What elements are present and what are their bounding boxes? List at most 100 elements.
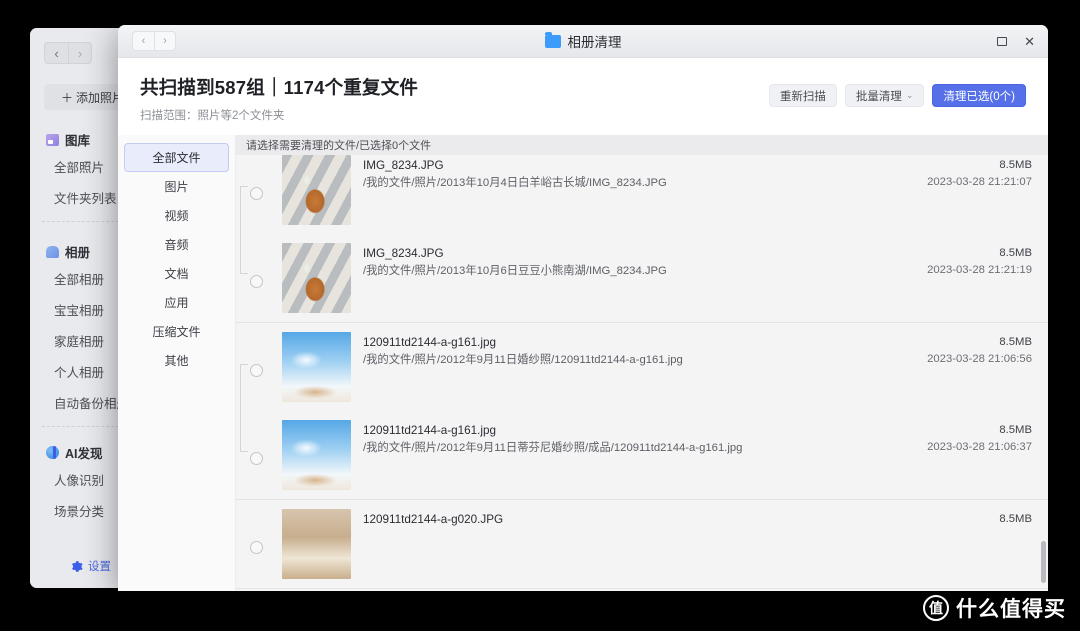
file-timestamp: 2023-03-28 21:21:07 — [927, 175, 1032, 188]
album-icon — [46, 245, 59, 258]
dialog-title-label: 相册清理 — [567, 35, 622, 50]
vertical-scrollbar-thumb[interactable] — [1041, 541, 1046, 583]
category-item-5[interactable]: 应用 — [124, 288, 229, 317]
dialog-body: 全部文件图片视频音频文档应用压缩文件其他 请选择需要清理的文件/已选择0个文件 … — [118, 135, 1048, 591]
category-item-2[interactable]: 视频 — [124, 201, 229, 230]
file-thumbnail — [282, 243, 351, 313]
file-name: 120911td2144-a-g161.jpg — [363, 424, 497, 437]
watermark: 值 什么值得买 — [923, 593, 1066, 623]
file-size: 8.5MB — [999, 424, 1032, 436]
folder-icon — [544, 31, 561, 48]
table-row[interactable]: 120911td2144-a-g161.jpg/我的文件/照片/2012年9月1… — [236, 323, 1048, 411]
dialog-header: 共扫描到587组｜1174个重复文件 扫描范围：照片等2个文件夹 重新扫描 批量… — [118, 58, 1048, 135]
category-item-6[interactable]: 压缩文件 — [124, 317, 229, 346]
category-item-7[interactable]: 其他 — [124, 346, 229, 375]
file-list-scroll-area[interactable]: IMG_8234.JPG/我的文件/照片/2013年10月4日白羊峪古长城/IM… — [236, 155, 1048, 591]
file-meta: 8.5MB 2023-03-28 21:06:56 — [858, 332, 1048, 367]
file-size: 8.5MB — [999, 336, 1032, 348]
category-label: 音频 — [164, 238, 189, 252]
category-item-4[interactable]: 文档 — [124, 259, 229, 288]
file-timestamp: 2023-03-28 21:06:37 — [927, 440, 1032, 453]
file-name: IMG_8234.JPG — [363, 247, 444, 260]
table-row[interactable]: 120911td2144-a-g161.jpg/我的文件/照片/2012年9月1… — [236, 411, 1048, 499]
watermark-badge: 值 — [923, 595, 949, 621]
file-name: IMG_8234.JPG — [363, 159, 444, 172]
app-back-button[interactable]: ‹ — [44, 42, 68, 64]
add-photo-label: 添加照片 — [76, 90, 125, 105]
file-meta: 8.5MB 2023-03-28 21:21:19 — [858, 243, 1048, 278]
file-thumbnail — [282, 509, 351, 579]
row-checkbox[interactable] — [250, 187, 263, 200]
file-meta: 8.5MB 2023-03-28 21:06:37 — [858, 420, 1048, 455]
category-label: 全部文件 — [152, 151, 201, 165]
chevron-down-icon: ⌄ — [905, 90, 914, 100]
file-info: 120911td2144-a-g161.jpg/我的文件/照片/2012年9月1… — [351, 332, 858, 368]
file-info: IMG_8234.JPG/我的文件/照片/2013年10月4日白羊峪古长城/IM… — [351, 155, 858, 191]
category-label: 文档 — [164, 267, 189, 281]
plus-icon: ＋ — [60, 90, 73, 105]
file-list-pane: 请选择需要清理的文件/已选择0个文件 IMG_8234.JPG/我的文件/照片/… — [236, 135, 1048, 591]
scan-scope-subtitle: 扫描范围：照片等2个文件夹 — [140, 110, 285, 122]
sidebar-section-album-label: 相册 — [65, 246, 91, 260]
file-timestamp: 2023-03-28 21:21:19 — [927, 263, 1032, 276]
duplicate-group: IMG_8234.JPG/我的文件/照片/2013年10月4日白羊峪古长城/IM… — [236, 155, 1048, 323]
category-list: 全部文件图片视频音频文档应用压缩文件其他 — [118, 135, 236, 591]
file-path: /我的文件/照片/2013年10月4日白羊峪古长城/IMG_8234.JPG — [363, 176, 667, 189]
album-cleanup-dialog: ‹ › 相册清理 ✕ 共扫描到587组｜1174个重复文件 扫描范围：照片等2个… — [118, 25, 1048, 591]
category-label: 视频 — [164, 209, 189, 223]
dialog-action-bar: 重新扫描 批量清理 ⌄ 清理已选(0个) — [768, 74, 1026, 107]
scan-summary-title: 共扫描到587组｜1174个重复文件 — [140, 77, 419, 98]
clean-selected-button[interactable]: 清理已选(0个) — [932, 84, 1026, 107]
duplicate-group: 120911td2144-a-g020.JPG 8.5MB — [236, 500, 1048, 589]
file-info: 120911td2144-a-g161.jpg/我的文件/照片/2012年9月1… — [351, 420, 858, 456]
batch-clean-button[interactable]: 批量清理 ⌄ — [844, 84, 925, 107]
file-rows-container: IMG_8234.JPG/我的文件/照片/2013年10月4日白羊峪古长城/IM… — [236, 155, 1048, 589]
screen: ‹ › ＋ 添加照片 图库 全部照片 文件夹列表 相册 全部相册 宝宝相册 家庭… — [0, 0, 1080, 631]
file-info: 120911td2144-a-g020.JPG — [351, 509, 858, 529]
dialog-title: 相册清理 — [118, 31, 1048, 51]
table-row[interactable]: IMG_8234.JPG/我的文件/照片/2013年10月6日豆豆小熊南湖/IM… — [236, 234, 1048, 322]
sidebar-section-gallery-label: 图库 — [65, 134, 91, 148]
file-meta: 8.5MB 2023-03-28 21:21:07 — [858, 155, 1048, 190]
category-item-1[interactable]: 图片 — [124, 172, 229, 201]
file-meta: 8.5MB — [858, 509, 1048, 528]
batch-clean-label: 批量清理 — [855, 90, 902, 103]
app-forward-button[interactable]: › — [68, 42, 92, 64]
file-path: /我的文件/照片/2013年10月6日豆豆小熊南湖/IMG_8234.JPG — [363, 264, 667, 277]
duplicate-group: 120911td2144-a-g161.jpg/我的文件/照片/2012年9月1… — [236, 323, 1048, 500]
row-checkbox[interactable] — [250, 452, 263, 465]
category-label: 图片 — [164, 180, 189, 194]
category-label: 压缩文件 — [152, 325, 201, 339]
table-row[interactable]: IMG_8234.JPG/我的文件/照片/2013年10月4日白羊峪古长城/IM… — [236, 155, 1048, 234]
rescan-button[interactable]: 重新扫描 — [768, 84, 837, 107]
row-checkbox[interactable] — [250, 364, 263, 377]
category-item-0[interactable]: 全部文件 — [124, 143, 229, 172]
file-name: 120911td2144-a-g020.JPG — [363, 513, 504, 526]
file-thumbnail — [282, 332, 351, 402]
clean-selected-label: 清理已选(0个) — [943, 90, 1015, 103]
file-timestamp: 2023-03-28 21:06:56 — [927, 352, 1032, 365]
file-name: 120911td2144-a-g161.jpg — [363, 336, 497, 349]
category-label: 其他 — [164, 354, 189, 368]
gear-icon — [72, 560, 83, 572]
row-checkbox[interactable] — [250, 275, 263, 288]
group-connector — [240, 364, 248, 452]
file-size: 8.5MB — [999, 247, 1032, 259]
file-size: 8.5MB — [999, 513, 1032, 525]
table-row[interactable]: 120911td2144-a-g020.JPG 8.5MB — [236, 500, 1048, 588]
gallery-icon — [46, 133, 59, 146]
file-thumbnail — [282, 420, 351, 490]
sidebar-section-ai-label: AI发现 — [65, 447, 103, 461]
category-label: 应用 — [164, 296, 189, 310]
rescan-label: 重新扫描 — [779, 90, 826, 103]
row-checkbox[interactable] — [250, 541, 263, 554]
active-accent-bar — [53, 446, 56, 459]
file-thumbnail — [282, 155, 351, 225]
file-path: /我的文件/照片/2012年9月11日婚纱照/120911td2144-a-g1… — [363, 353, 683, 366]
file-size: 8.5MB — [999, 159, 1032, 171]
category-item-3[interactable]: 音频 — [124, 230, 229, 259]
file-info: IMG_8234.JPG/我的文件/照片/2013年10月6日豆豆小熊南湖/IM… — [351, 243, 858, 279]
settings-label: 设置 — [88, 561, 111, 573]
dialog-titlebar: ‹ › 相册清理 ✕ — [118, 25, 1048, 58]
file-path: /我的文件/照片/2012年9月11日蒂芬尼婚纱照/成品/120911td214… — [363, 441, 743, 454]
